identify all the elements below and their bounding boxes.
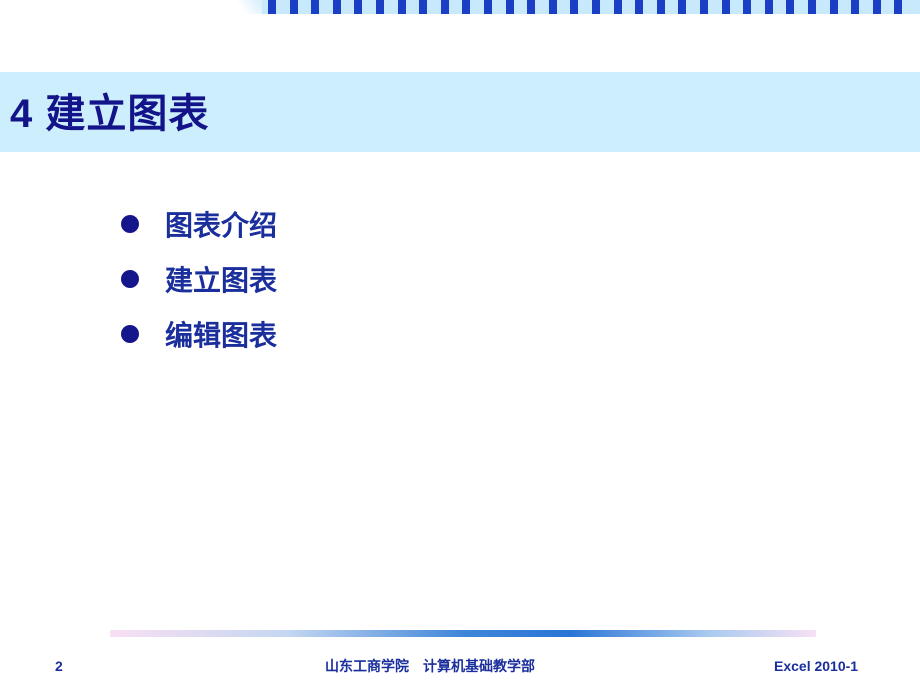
decoration-square	[549, 0, 557, 14]
bullet-label: 图表介绍	[165, 209, 278, 241]
decoration-square	[700, 0, 708, 14]
list-item: 编辑图表	[120, 306, 277, 361]
decoration-square	[570, 0, 578, 14]
bullet-label: 编辑图表	[165, 319, 278, 351]
bullet-label: 建立图表	[165, 264, 278, 296]
bullet-dot-icon	[121, 214, 139, 233]
decoration-square	[808, 0, 816, 14]
decoration-square	[419, 0, 427, 14]
decoration-square	[765, 0, 773, 14]
decoration-square	[333, 0, 341, 14]
bullet-list: 图表介绍 建立图表 编辑图表	[120, 196, 277, 361]
bullet-dot-icon	[121, 324, 139, 343]
bullet-dot-icon	[121, 269, 139, 288]
decoration-square	[678, 0, 686, 14]
decoration-square	[398, 0, 406, 14]
decoration-square	[786, 0, 794, 14]
decoration-square	[290, 0, 298, 14]
decoration-square	[722, 0, 730, 14]
decoration-square	[311, 0, 319, 14]
decoration-square	[873, 0, 881, 14]
decoration-square	[592, 0, 600, 14]
decoration-square	[527, 0, 535, 14]
decoration-square	[614, 0, 622, 14]
decoration-square	[657, 0, 665, 14]
footer-organization: 山东工商学院 计算机基础教学部	[325, 658, 535, 674]
decoration-square	[376, 0, 384, 14]
page-number: 2	[55, 658, 63, 674]
list-item: 图表介绍	[120, 196, 277, 251]
decoration-square	[268, 0, 276, 14]
decoration-square	[851, 0, 859, 14]
list-item: 建立图表	[120, 251, 277, 306]
top-decoration-strip	[0, 0, 920, 18]
decoration-square	[462, 0, 470, 14]
slide-title: 4 建立图表	[10, 92, 210, 136]
decoration-square	[441, 0, 449, 14]
decoration-square	[484, 0, 492, 14]
footer-course-label: Excel 2010-1	[774, 658, 859, 674]
decoration-square	[354, 0, 362, 14]
decoration-square	[506, 0, 514, 14]
decoration-square	[894, 0, 902, 14]
footer-divider	[110, 630, 816, 637]
decoration-square	[743, 0, 751, 14]
decoration-square	[830, 0, 838, 14]
decoration-square	[635, 0, 643, 14]
